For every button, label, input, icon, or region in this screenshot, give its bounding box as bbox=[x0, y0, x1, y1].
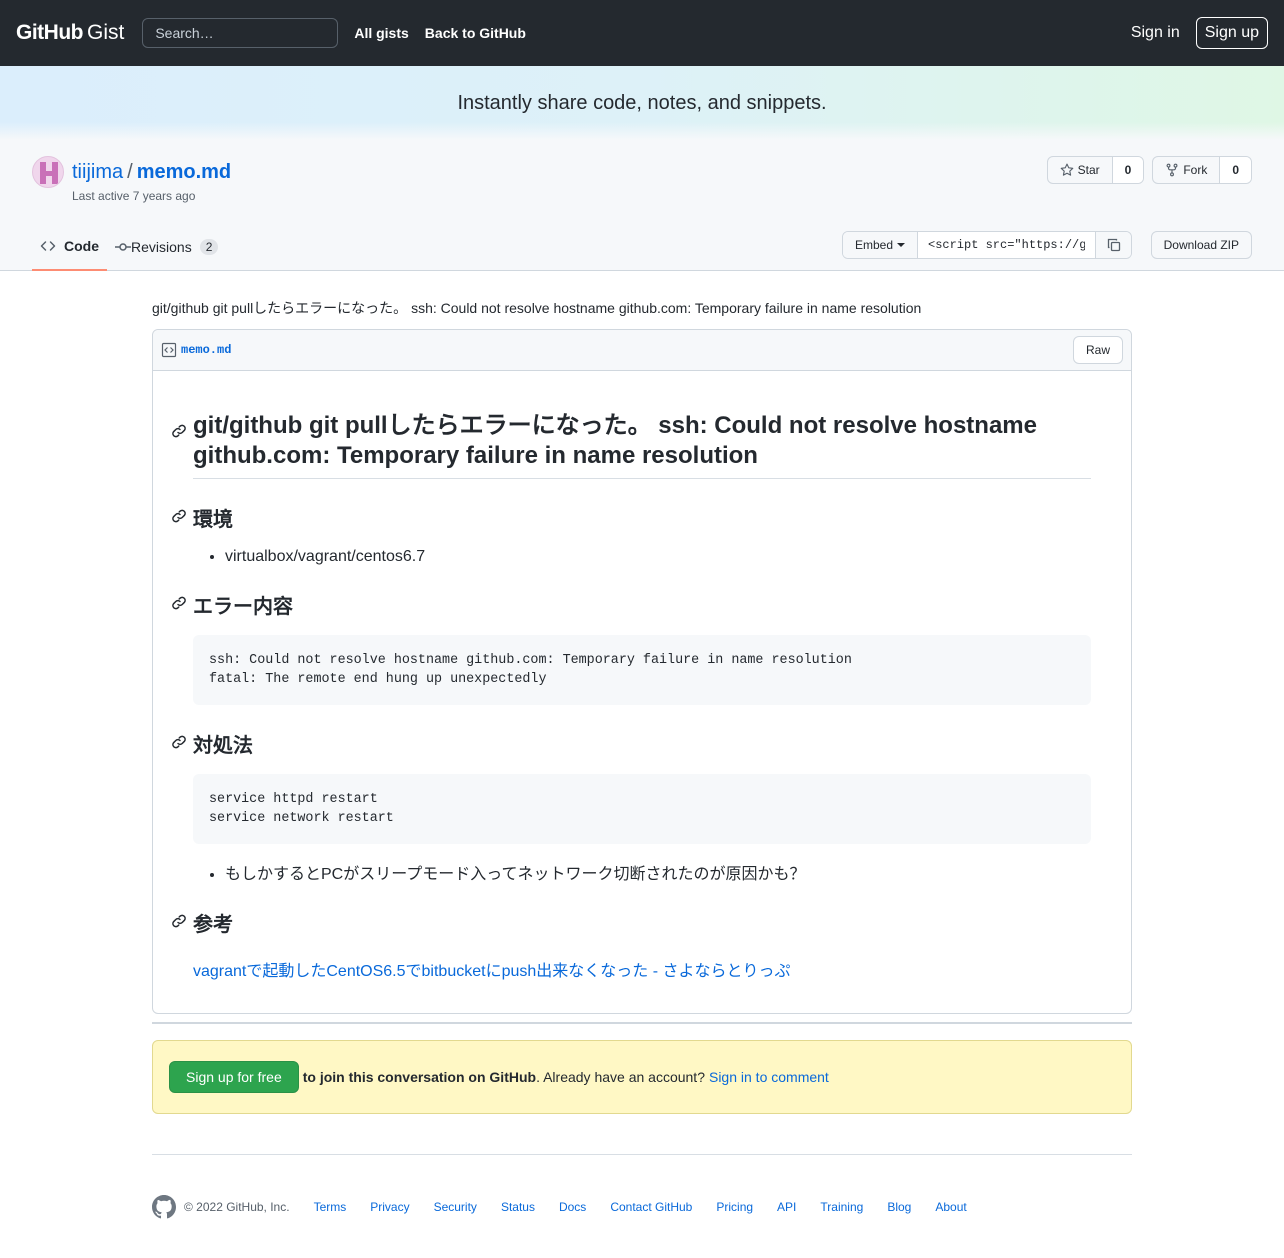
footer: © 2022 GitHub, Inc. Terms Privacy Securi… bbox=[152, 1195, 1132, 1219]
gist-description: git/github git pullしたらエラーになった。 ssh: Coul… bbox=[152, 300, 922, 316]
divider bbox=[152, 1022, 1132, 1024]
logo-gist-text: Gist bbox=[86, 21, 125, 44]
env-list: virtualbox/vagrant/centos6.7 bbox=[193, 548, 1091, 566]
file-name-link[interactable]: memo.md bbox=[181, 343, 231, 357]
markdown-body: git/github git pullしたらエラーになった。 ssh: Coul… bbox=[153, 371, 1131, 1013]
sign-up-free-button[interactable]: Sign up for free bbox=[169, 1061, 299, 1093]
list-item: virtualbox/vagrant/centos6.7 bbox=[225, 548, 1091, 566]
tagline-text: Instantly share code, notes, and snippet… bbox=[457, 91, 827, 114]
tab-code-label: Code bbox=[64, 238, 99, 254]
gist-tabs: Code Revisions 2 bbox=[32, 223, 226, 271]
copy-icon bbox=[1107, 238, 1120, 252]
copy-button[interactable] bbox=[1095, 232, 1131, 258]
file-box: memo.md Raw git/github git pullしたらエラーになっ… bbox=[152, 329, 1132, 1014]
join-text: to join this conversation on GitHub bbox=[302, 1069, 537, 1085]
search-input[interactable] bbox=[142, 18, 339, 48]
fork-button[interactable]: Fork bbox=[1153, 157, 1221, 183]
last-active-text: Last active 7 years ago bbox=[72, 189, 196, 203]
link-icon[interactable] bbox=[171, 507, 187, 530]
h2-error-text: エラー内容 bbox=[193, 596, 293, 618]
path-separator: / bbox=[127, 160, 133, 183]
top-header: GitHub Gist All gists Back to GitHub Sig… bbox=[0, 0, 1284, 66]
avatar[interactable] bbox=[32, 156, 64, 188]
footer-link-about[interactable]: About bbox=[935, 1200, 966, 1214]
gist-header: tiijima / memo.md Last active 7 years ag… bbox=[0, 140, 1284, 271]
footer-link-training[interactable]: Training bbox=[820, 1200, 863, 1214]
sign-in-to-comment-link[interactable]: Sign in to comment bbox=[709, 1069, 829, 1085]
link-icon[interactable] bbox=[171, 417, 187, 447]
footer-link-terms[interactable]: Terms bbox=[314, 1200, 347, 1214]
link-icon[interactable] bbox=[171, 733, 187, 756]
footer-link-status[interactable]: Status bbox=[501, 1200, 535, 1214]
nav-all-gists[interactable]: All gists bbox=[354, 25, 408, 41]
markdown-h2-ref: 参考 bbox=[172, 908, 1091, 937]
tab-revisions-label: Revisions bbox=[131, 239, 192, 255]
download-zip-button[interactable]: Download ZIP bbox=[1150, 231, 1252, 259]
ref-paragraph: vagrantで起動したCentOS6.5でbitbucketにpush出来なく… bbox=[193, 957, 1091, 981]
footer-link-docs[interactable]: Docs bbox=[559, 1200, 586, 1214]
embed-label: Embed bbox=[854, 238, 893, 252]
github-gist-logo[interactable]: GitHub Gist bbox=[16, 21, 124, 45]
sign-up-button[interactable]: Sign up bbox=[1195, 17, 1268, 49]
main-content: git/github git pullしたらエラーになった。 ssh: Coul… bbox=[152, 298, 1132, 1219]
footer-link-security[interactable]: Security bbox=[434, 1200, 477, 1214]
star-count[interactable]: 0 bbox=[1112, 157, 1144, 183]
fix-list: もしかするとPCがスリープモード入ってネットワーク切断されたのが原因かも？ bbox=[193, 860, 1091, 884]
copyright-text: © 2022 GitHub, Inc. bbox=[184, 1200, 290, 1214]
h1-text: git/github git pullしたらエラーになった。 ssh: Coul… bbox=[193, 412, 1037, 469]
signup-prompt: Sign up for free to join this conversati… bbox=[152, 1040, 1132, 1114]
markdown-h2-env: 環境 bbox=[172, 503, 1091, 532]
fork-count[interactable]: 0 bbox=[1220, 157, 1251, 183]
embed-dropdown[interactable]: Embed bbox=[842, 232, 918, 258]
tab-revisions[interactable]: Revisions 2 bbox=[107, 223, 226, 271]
markdown-h2-error: エラー内容 bbox=[172, 590, 1091, 619]
revisions-counter: 2 bbox=[199, 239, 219, 255]
gist-title: tiijima / memo.md bbox=[32, 156, 231, 188]
tab-code[interactable]: Code bbox=[32, 223, 107, 271]
code-icon bbox=[40, 241, 56, 251]
commit-icon bbox=[115, 243, 131, 251]
h2-ref-text: 参考 bbox=[193, 914, 233, 936]
markdown-h1: git/github git pullしたらエラーになった。 ssh: Coul… bbox=[172, 411, 1091, 479]
embed-code-input[interactable] bbox=[918, 232, 1095, 258]
caret-down-icon bbox=[897, 243, 905, 247]
list-item: もしかするとPCがスリープモード入ってネットワーク切断されたのが原因かも？ bbox=[225, 860, 1091, 884]
raw-button[interactable]: Raw bbox=[1072, 336, 1123, 364]
fix-code-block: service httpd restart service network re… bbox=[193, 774, 1091, 844]
h2-env-text: 環境 bbox=[193, 509, 233, 531]
logo-github-text: GitHub bbox=[16, 21, 83, 44]
owner-link[interactable]: tiijima bbox=[72, 161, 123, 184]
star-button[interactable]: Star bbox=[1048, 157, 1113, 183]
link-icon[interactable] bbox=[171, 912, 187, 935]
fork-icon bbox=[1166, 163, 1178, 177]
sign-in-link[interactable]: Sign in bbox=[1131, 24, 1180, 42]
embed-area: Embed bbox=[841, 231, 1132, 259]
tagline-banner: Instantly share code, notes, and snippet… bbox=[0, 66, 1284, 140]
gist-actions: Star 0 Fork 0 bbox=[1046, 156, 1252, 184]
file-code-icon bbox=[161, 342, 177, 358]
footer-divider bbox=[152, 1154, 1132, 1155]
reference-link[interactable]: vagrantで起動したCentOS6.5でbitbucketにpush出来なく… bbox=[193, 963, 790, 980]
gist-name-link[interactable]: memo.md bbox=[137, 161, 231, 184]
star-icon bbox=[1060, 163, 1073, 176]
star-group: Star 0 bbox=[1046, 156, 1145, 184]
link-icon[interactable] bbox=[171, 594, 187, 617]
error-code-block: ssh: Could not resolve hostname github.c… bbox=[193, 635, 1091, 705]
footer-link-api[interactable]: API bbox=[777, 1200, 796, 1214]
footer-link-blog[interactable]: Blog bbox=[887, 1200, 911, 1214]
header-auth: Sign in Sign up bbox=[1131, 17, 1268, 49]
footer-link-pricing[interactable]: Pricing bbox=[716, 1200, 753, 1214]
markdown-h2-fix: 対処法 bbox=[172, 729, 1091, 758]
file-header: memo.md Raw bbox=[153, 330, 1131, 371]
fork-group: Fork 0 bbox=[1152, 156, 1252, 184]
nav-back-to-github[interactable]: Back to GitHub bbox=[425, 25, 526, 41]
h2-fix-text: 対処法 bbox=[193, 735, 253, 757]
star-label: Star bbox=[1077, 163, 1100, 177]
fork-label: Fork bbox=[1183, 163, 1208, 177]
github-mark-icon[interactable] bbox=[152, 1195, 176, 1219]
footer-link-privacy[interactable]: Privacy bbox=[370, 1200, 409, 1214]
footer-link-contact[interactable]: Contact GitHub bbox=[610, 1200, 692, 1214]
already-text: . Already have an account? bbox=[536, 1069, 705, 1085]
